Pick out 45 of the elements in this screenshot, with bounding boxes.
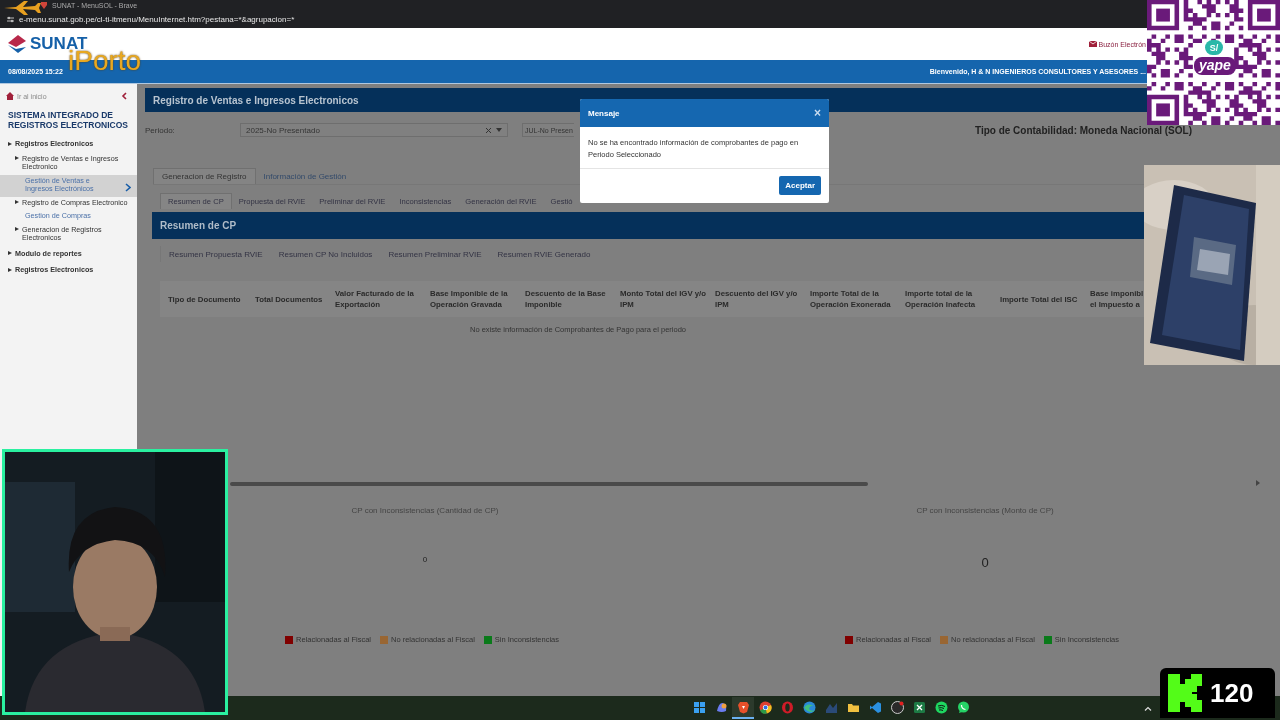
payment-logo: yape: [1194, 57, 1236, 75]
caret-icon: [8, 141, 12, 146]
chrome-icon: [758, 700, 772, 714]
accept-button[interactable]: Aceptar: [779, 176, 821, 195]
chat-bubble-icon: [956, 700, 970, 714]
address-bar[interactable]: e-menu.sunat.gob.pe/cl-ti-itmenu/MenuInternet.htm?pestana=*&agrupacion=*: [19, 14, 295, 24]
chevron-left-icon: [121, 92, 127, 100]
period-label: Periodo:: [145, 125, 176, 135]
lion-head-icon: [736, 700, 750, 714]
tab[interactable]: Resumen Preliminar RVIE: [380, 246, 490, 262]
accounting-type: Tipo de Contabilidad: Moneda Nacional (SOL): [974, 124, 1192, 136]
arrow-right-icon: [1256, 480, 1260, 486]
mail-icon: [1088, 41, 1097, 47]
viewer-count: 120: [1210, 677, 1254, 709]
app-icon: [780, 700, 794, 714]
tab[interactable]: Generacion de Registro: [153, 168, 256, 184]
chart-total: 0: [981, 555, 989, 572]
caret-icon: [8, 267, 12, 272]
caret-icon: [496, 128, 502, 132]
app-icon: [890, 700, 904, 714]
tune-icon: [6, 14, 15, 24]
tab[interactable]: Resumen RVIE Generado: [489, 246, 599, 262]
home-icon: [6, 92, 14, 100]
app-icon: [802, 700, 816, 714]
system-title: SISTEMA INTEGRADO DE REGISTROS ELECTRONICOS: [7, 109, 129, 132]
windows-icon: [692, 700, 706, 714]
caret-icon: [15, 200, 19, 204]
chart-total: 0: [422, 555, 428, 566]
chevron-up-icon: [1144, 705, 1152, 711]
caret-icon: [8, 251, 12, 255]
spreadsheet-icon: [912, 700, 926, 714]
year-select[interactable]: 2025-No Presentado: [240, 123, 508, 137]
app-icon: [868, 700, 882, 714]
taskbar-app[interactable]: [732, 697, 754, 719]
tab[interactable]: Resumen Propuesta RVIE: [161, 246, 271, 262]
app-icon: [714, 700, 728, 714]
clear-icon: [486, 127, 491, 133]
app-icon: [934, 700, 948, 714]
logo-icon: [1168, 674, 1202, 712]
caret-icon: [15, 227, 19, 231]
chevron-right-icon: [125, 182, 131, 192]
caret-icon: [15, 156, 19, 160]
tab[interactable]: Resumen CP No Incluidos: [270, 246, 381, 262]
logo-icon: [6, 33, 28, 55]
tab[interactable]: Información de Gestión: [255, 168, 355, 184]
